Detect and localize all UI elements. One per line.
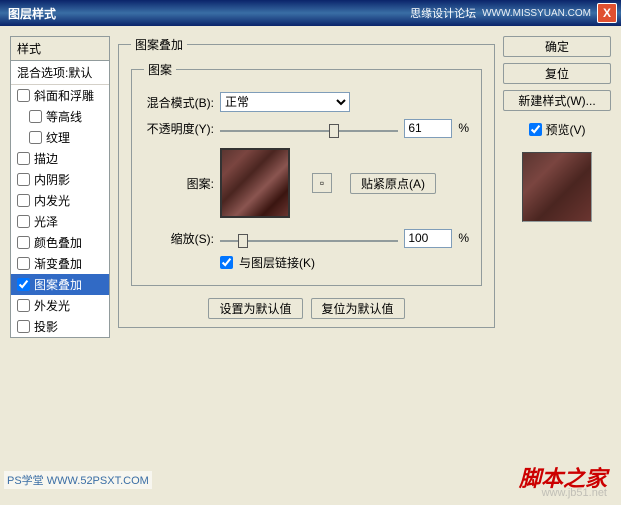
styles-panel: 样式 混合选项:默认 斜面和浮雕等高线纹理描边内阴影内发光光泽颜色叠加渐变叠加图…	[10, 36, 110, 491]
blend-mode-select[interactable]: 正常	[220, 92, 350, 112]
new-preset-button[interactable]: ▫	[312, 173, 332, 193]
style-label: 斜面和浮雕	[34, 87, 94, 104]
set-default-button[interactable]: 设置为默认值	[208, 298, 302, 319]
dialog-body: 样式 混合选项:默认 斜面和浮雕等高线纹理描边内阴影内发光光泽颜色叠加渐变叠加图…	[0, 26, 621, 501]
style-item-4[interactable]: 内阴影	[11, 169, 109, 190]
forum-text: 思缘设计论坛	[410, 5, 476, 21]
style-label: 等高线	[46, 108, 82, 125]
style-checkbox[interactable]	[17, 194, 30, 207]
style-label: 投影	[34, 318, 58, 335]
pattern-preview[interactable]	[220, 148, 290, 218]
preview-thumbnail	[522, 152, 592, 222]
style-checkbox[interactable]	[17, 89, 30, 102]
style-checkbox[interactable]	[17, 152, 30, 165]
style-label: 图案叠加	[34, 276, 82, 293]
new-style-button[interactable]: 新建样式(W)...	[503, 90, 611, 111]
opacity-input[interactable]	[404, 119, 452, 138]
close-icon: X	[603, 6, 611, 20]
reset-button[interactable]: 复位	[503, 63, 611, 84]
style-checkbox[interactable]	[17, 215, 30, 228]
pattern-label: 图案:	[144, 175, 214, 192]
reset-default-button[interactable]: 复位为默认值	[311, 298, 405, 319]
preview-checkbox[interactable]	[529, 123, 542, 136]
scale-unit: %	[458, 231, 469, 245]
style-label: 纹理	[46, 129, 70, 146]
style-item-1[interactable]: 等高线	[11, 106, 109, 127]
document-icon: ▫	[320, 176, 324, 190]
link-layer-checkbox[interactable]	[220, 256, 233, 269]
style-item-3[interactable]: 描边	[11, 148, 109, 169]
pattern-group-title: 图案	[144, 61, 176, 78]
opacity-slider[interactable]	[220, 118, 398, 138]
style-item-2[interactable]: 纹理	[11, 127, 109, 148]
style-checkbox[interactable]	[17, 173, 30, 186]
link-layer-label: 与图层链接(K)	[239, 254, 315, 271]
style-label: 内阴影	[34, 171, 70, 188]
style-item-0[interactable]: 斜面和浮雕	[11, 85, 109, 106]
watermark-ps: PS学堂 WWW.52PSXT.COM	[4, 471, 152, 489]
opacity-unit: %	[458, 121, 469, 135]
style-item-9[interactable]: 图案叠加	[11, 274, 109, 295]
opacity-label: 不透明度(Y):	[144, 120, 214, 137]
watermark-url: www.jb51.net	[542, 487, 607, 499]
blend-options-default[interactable]: 混合选项:默认	[11, 61, 109, 85]
style-checkbox[interactable]	[17, 278, 30, 291]
style-label: 外发光	[34, 297, 70, 314]
style-checkbox[interactable]	[17, 236, 30, 249]
preview-label: 预览(V)	[546, 121, 586, 138]
ok-button[interactable]: 确定	[503, 36, 611, 57]
style-item-8[interactable]: 渐变叠加	[11, 253, 109, 274]
window-title: 图层样式	[4, 5, 410, 22]
section-title: 图案叠加	[131, 36, 187, 53]
style-label: 描边	[34, 150, 58, 167]
forum-url: WWW.MISSYUAN.COM	[482, 8, 591, 19]
blend-mode-label: 混合模式(B):	[144, 94, 214, 111]
styles-header: 样式	[10, 36, 110, 60]
style-item-5[interactable]: 内发光	[11, 190, 109, 211]
pattern-group: 图案 混合模式(B): 正常 不透明度(Y): %	[131, 61, 482, 286]
close-button[interactable]: X	[597, 3, 617, 23]
style-label: 光泽	[34, 213, 58, 230]
scale-label: 缩放(S):	[144, 230, 214, 247]
scale-input[interactable]	[404, 229, 452, 248]
titlebar: 图层样式 思缘设计论坛 WWW.MISSYUAN.COM X	[0, 0, 621, 26]
style-checkbox[interactable]	[29, 131, 42, 144]
style-label: 颜色叠加	[34, 234, 82, 251]
style-checkbox[interactable]	[17, 257, 30, 270]
style-label: 内发光	[34, 192, 70, 209]
scale-slider[interactable]	[220, 228, 398, 248]
right-panel: 确定 复位 新建样式(W)... 预览(V)	[503, 36, 611, 491]
styles-list: 混合选项:默认 斜面和浮雕等高线纹理描边内阴影内发光光泽颜色叠加渐变叠加图案叠加…	[10, 60, 110, 338]
style-checkbox[interactable]	[17, 299, 30, 312]
style-item-11[interactable]: 投影	[11, 316, 109, 337]
snap-origin-button[interactable]: 贴紧原点(A)	[350, 173, 436, 194]
style-item-6[interactable]: 光泽	[11, 211, 109, 232]
main-panel: 图案叠加 图案 混合模式(B): 正常 不透明度(Y): %	[118, 36, 495, 491]
style-checkbox[interactable]	[29, 110, 42, 123]
style-item-7[interactable]: 颜色叠加	[11, 232, 109, 253]
style-checkbox[interactable]	[17, 320, 30, 333]
pattern-overlay-section: 图案叠加 图案 混合模式(B): 正常 不透明度(Y): %	[118, 36, 495, 328]
style-label: 渐变叠加	[34, 255, 82, 272]
style-item-10[interactable]: 外发光	[11, 295, 109, 316]
